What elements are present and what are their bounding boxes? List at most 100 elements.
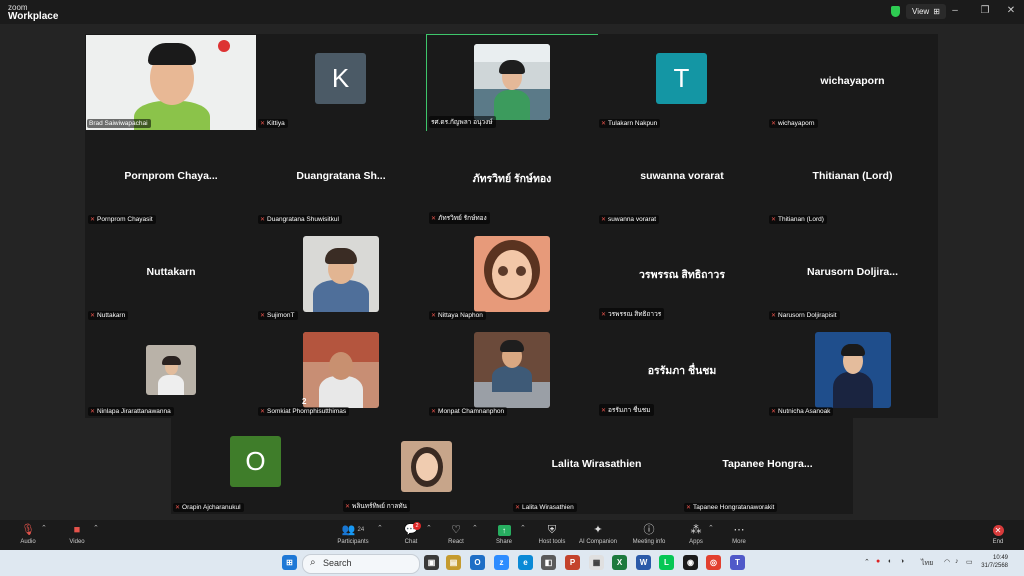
participant-name: ✕ wichayaporn <box>769 119 818 128</box>
video-tile[interactable]: Pornprom Chaya... ✕ Pornprom Chayasit <box>86 130 256 226</box>
participant-photo <box>474 236 550 312</box>
show-hidden-icons-chevron-icon[interactable]: ⌃ <box>864 558 870 566</box>
wifi-icon[interactable]: ◠ <box>944 558 950 566</box>
video-options-chevron-icon[interactable]: ⌃ <box>93 524 99 532</box>
logo-icon <box>218 40 230 52</box>
display-name: Duangratana Sh... <box>296 170 386 182</box>
participant-name: ✕ Nittaya Naphon <box>429 311 486 320</box>
video-tile[interactable]: วรพรรณ สิทธิถาวร ✕ วรพรรณ สิทธิถาวร <box>597 226 767 322</box>
task-view-icon[interactable]: ▣ <box>424 555 439 570</box>
windows-taskbar: ⊞ ⌕ Search ▣ ▤ O z e ◧ P ▦ X W L ◉ ◎ T ⌃… <box>0 550 1024 576</box>
host-tools-button[interactable]: ⛨ Host tools <box>535 520 569 545</box>
video-tile[interactable]: ✕ พลินทร์ทิพย์ กาลทัน <box>341 418 511 514</box>
video-tile[interactable]: T ✕ Tulakarn Nakpun <box>597 35 767 130</box>
apps-button[interactable]: ⁂ Apps <box>684 520 708 545</box>
participant-name: ✕ Thitianan (Lord) <box>769 215 827 224</box>
participant-name: ✕ Nutnicha Asanoak <box>769 407 834 416</box>
powerpoint-icon[interactable]: P <box>565 555 580 570</box>
file-explorer-icon[interactable]: ▤ <box>446 555 461 570</box>
zoom-app-icon[interactable]: z <box>494 555 509 570</box>
ai-companion-button[interactable]: ✦ AI Companion <box>575 520 621 545</box>
video-tile[interactable]: Duangratana Sh... ✕ Duangratana Shuwisitk… <box>256 130 426 226</box>
video-tile[interactable]: Brad Saiwiwapachai <box>86 35 256 130</box>
excel-icon[interactable]: X <box>612 555 627 570</box>
display-name: ภัทรวิทย์ รักษ์ทอง <box>472 173 552 185</box>
tray-app-icon[interactable]: ◑ <box>900 558 904 565</box>
video-tile[interactable]: O ✕ Orapin Ajcharanukul <box>171 418 341 514</box>
end-button[interactable]: ✕ End <box>986 520 1010 545</box>
chrome-icon[interactable]: ◎ <box>706 555 721 570</box>
video-tile[interactable]: Tapanee Hongra... ✕ Tapanee Hongratanawor… <box>682 418 853 514</box>
react-chevron-icon[interactable]: ⌃ <box>472 524 478 532</box>
input-language[interactable]: ไทย <box>921 558 933 569</box>
windows-start-icon[interactable]: ⊞ <box>282 555 297 570</box>
video-tile[interactable]: suwanna vorarat ✕ suwanna vorarat <box>597 130 767 226</box>
muted-mic-icon: ✕ <box>771 409 777 415</box>
app-icon-dark[interactable]: ◉ <box>683 555 698 570</box>
end-call-icon: ✕ <box>986 523 1010 537</box>
participant-photo <box>474 44 550 120</box>
info-icon: ⓘ <box>643 524 655 536</box>
view-button[interactable]: View ⊞ <box>906 4 946 19</box>
video-tile[interactable]: ✕ Nittaya Naphon <box>427 226 597 322</box>
grid-icon: ⊞ <box>933 7 940 16</box>
video-tile[interactable]: ✕ Ninlapa Jirarattanawanna <box>86 322 256 418</box>
participant-count-badge: 2 <box>302 397 307 406</box>
security-icon[interactable]: ● <box>876 558 880 565</box>
participants-button[interactable]: 👥 24 Participants <box>333 520 373 545</box>
word-icon[interactable]: W <box>636 555 651 570</box>
participant-name: ✕ Narusorn Doljirapisit <box>769 311 840 320</box>
participant-name: ✕ อรรัมภา ชื่นชม <box>599 404 654 416</box>
edge-icon[interactable]: e <box>518 555 533 570</box>
video-tile[interactable]: Nuttakarn ✕ Nuttakarn <box>86 226 256 322</box>
muted-mic-icon: ✕ <box>771 313 777 319</box>
video-tile[interactable]: wichayaporn ✕ wichayaporn <box>767 35 938 130</box>
react-button[interactable]: ♡ React <box>442 520 470 545</box>
participant-name: ✕ Kittiya <box>258 119 288 128</box>
apps-chevron-icon[interactable]: ⌃ <box>708 524 714 532</box>
photos-icon[interactable]: ▦ <box>589 555 604 570</box>
line-icon[interactable]: L <box>659 555 674 570</box>
chat-chevron-icon[interactable]: ⌃ <box>426 524 432 532</box>
taskbar-search-box[interactable]: ⌕ Search <box>302 554 420 574</box>
video-tile[interactable]: Lalita Wirasathien ✕ Lalita Wirasathien <box>511 418 682 514</box>
video-tile[interactable]: Thitianan (Lord) ✕ Thitianan (Lord) <box>767 130 938 226</box>
display-name: suwanna vorarat <box>640 170 724 182</box>
participant-video <box>86 35 256 130</box>
video-tile[interactable]: ✕ Somkiat Phornphisutthimas <box>256 322 426 418</box>
participants-chevron-icon[interactable]: ⌃ <box>377 524 383 532</box>
muted-mic-icon: ✕ <box>90 409 96 415</box>
app-icon[interactable]: ◧ <box>541 555 556 570</box>
participant-name: ✕ พลินทร์ทิพย์ กาลทัน <box>343 500 410 512</box>
video-tile[interactable]: ✕ SujimonT <box>256 226 426 322</box>
close-icon[interactable]: ✕ <box>998 3 1024 19</box>
video-tile[interactable]: Narusorn Doljira... ✕ Narusorn Doljirapis… <box>767 226 938 322</box>
apps-label: Apps <box>689 539 703 545</box>
video-tile[interactable]: K ✕ Kittiya <box>256 35 426 130</box>
battery-icon[interactable]: ▭ <box>966 558 973 566</box>
tray-app-icon[interactable]: ◐ <box>888 558 892 565</box>
video-button[interactable]: ■ Video <box>63 520 91 545</box>
video-tile[interactable]: ✕ Nutnicha Asanoak <box>767 322 938 418</box>
sparkle-icon: ✦ <box>593 524 603 536</box>
video-tile[interactable]: ภัทรวิทย์ รักษ์ทอง ✕ ภัทรวิทย์ รักษ์ทอง <box>427 130 597 226</box>
audio-options-chevron-icon[interactable]: ⌃ <box>41 524 47 532</box>
teams-icon[interactable]: T <box>730 555 745 570</box>
system-clock[interactable]: 10:49 31/7/2568 <box>978 554 1008 570</box>
audio-button[interactable]: 🎙 Audio <box>14 520 42 545</box>
meeting-info-button[interactable]: ⓘ Meeting info <box>628 520 670 545</box>
search-placeholder: Search <box>323 558 352 568</box>
muted-mic-icon: ✕ <box>431 313 437 319</box>
encryption-shield-icon[interactable] <box>891 6 900 17</box>
outlook-icon[interactable]: O <box>470 555 485 570</box>
share-chevron-icon[interactable]: ⌃ <box>520 524 526 532</box>
more-button[interactable]: ⋯ More <box>726 520 752 545</box>
video-tile[interactable]: ✕ Monpat Chamnanphon <box>427 322 597 418</box>
video-tile-active-speaker[interactable]: รศ.ดร.กัญพลา อนุวงษ์ <box>426 34 598 131</box>
video-off-icon: ■ <box>73 524 81 536</box>
maximize-icon[interactable]: ❐ <box>972 3 998 19</box>
volume-icon[interactable]: ♪ <box>955 558 959 565</box>
share-button[interactable]: ↑ Share <box>490 520 518 545</box>
minimize-icon[interactable]: – <box>942 3 968 19</box>
video-tile[interactable]: อรรัมภา ชื่นชม ✕ อรรัมภา ชื่นชม <box>597 322 767 418</box>
